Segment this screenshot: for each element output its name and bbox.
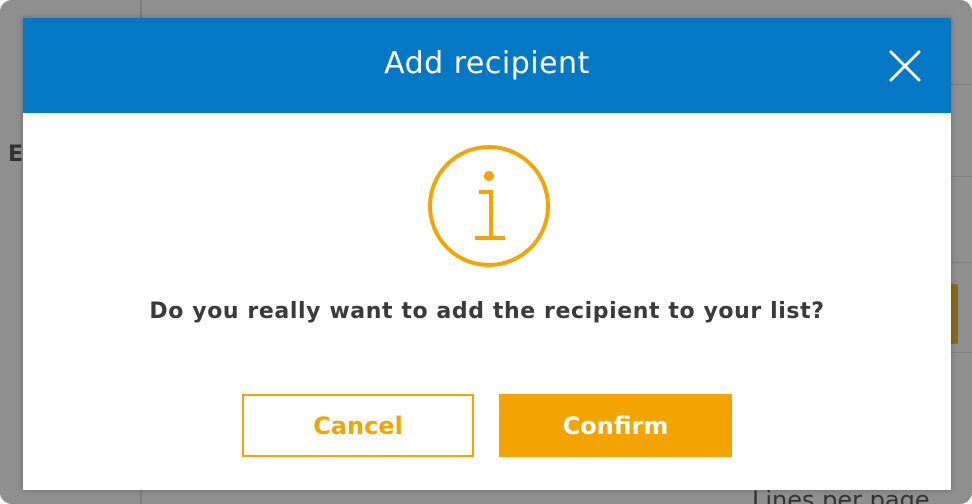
close-button[interactable] (885, 46, 925, 86)
dialog-title: Add recipient (384, 46, 590, 81)
confirm-button[interactable]: Confirm (499, 394, 732, 457)
confirmation-message: Do you really want to add the recipient … (149, 299, 825, 324)
info-icon (428, 145, 550, 267)
close-icon (889, 50, 921, 82)
screen: E Lines per page Add recipient Do you re… (0, 0, 972, 504)
dialog-header: Add recipient (23, 18, 951, 113)
cancel-button[interactable]: Cancel (242, 394, 474, 457)
background-partial-text: E (8, 142, 24, 167)
add-recipient-dialog: Add recipient Do you really want to add … (23, 18, 951, 490)
background-accent-button (950, 284, 958, 344)
